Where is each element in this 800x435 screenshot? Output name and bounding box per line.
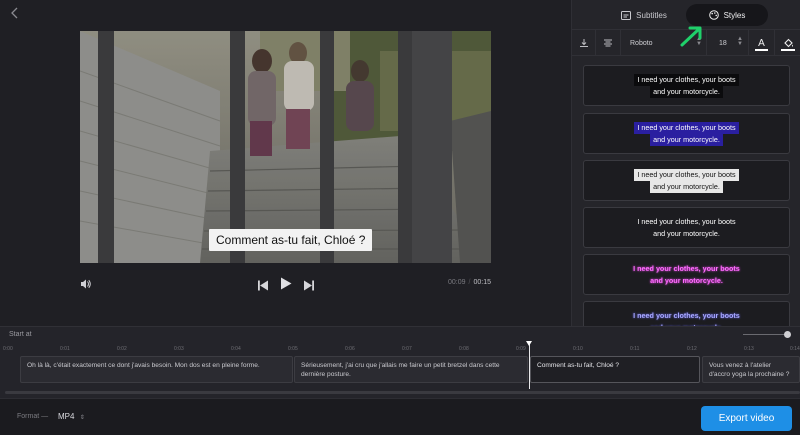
subtitle-clip[interactable]: Oh là là, c'était exactement ce dont j'a… — [20, 356, 293, 383]
time-ruler[interactable]: 0:00 0:01 0:02 0:03 0:04 0:05 0:06 0:07 … — [0, 344, 800, 354]
editor-area: Comment as-tu fait, Chloé ? 00:09/00:15 — [0, 0, 571, 326]
preset-line-1: I need your clothes, your boots — [637, 216, 736, 226]
text-color-icon: A — [758, 37, 765, 49]
style-preset-blue-glow[interactable]: I need your clothes, your boots and your… — [583, 301, 790, 326]
style-presets-list: I need your clothes, your boots and your… — [583, 65, 790, 326]
align-center-button[interactable] — [596, 30, 621, 56]
ruler-tick: 0:03 — [174, 346, 184, 352]
format-value: MP4 — [58, 412, 75, 421]
format-label: Format — — [17, 413, 49, 420]
footer-bar: Format — MP4 ⇕ Export video — [0, 398, 800, 435]
ruler-tick: 0:00 — [3, 346, 13, 352]
font-size-input[interactable]: 18 ▲ ▼ — [707, 30, 749, 56]
timeline-scrollbar[interactable] — [5, 391, 800, 394]
ruler-tick: 0:08 — [459, 346, 469, 352]
preset-line-1: I need your clothes, your boots — [634, 168, 739, 181]
style-preset-plain[interactable]: I need your clothes, your boots and your… — [583, 207, 790, 248]
size-stepper-icon: ▲ ▼ — [737, 36, 743, 47]
time-separator: / — [468, 279, 471, 286]
ruler-tick: 0:10 — [573, 346, 583, 352]
ruler-tick: 0:11 — [630, 346, 640, 352]
subtitle-clip[interactable]: Sérieusement, j'ai cru que j'allais me f… — [294, 356, 528, 383]
preset-line-1: I need your clothes, your boots — [634, 73, 739, 86]
previous-icon[interactable] — [258, 278, 268, 291]
subtitle-clip-selected[interactable]: Comment as-tu fait, Chloé ? — [530, 356, 700, 383]
play-icon[interactable] — [280, 277, 292, 290]
style-preset-white-box[interactable]: I need your clothes, your boots and your… — [583, 160, 790, 201]
background-color-button[interactable] — [775, 30, 800, 56]
preset-line-2: and your motorcycle. — [650, 85, 723, 98]
styles-panel: Subtitles Styles Roboto ▲ ▼ 18 ▲ ▼ A I n… — [571, 0, 800, 326]
format-select[interactable]: MP4 ⇕ — [58, 412, 85, 421]
ruler-tick: 0:09 — [516, 346, 526, 352]
font-value: Roboto — [630, 39, 653, 47]
preset-line-1: I need your clothes, your boots — [633, 310, 740, 320]
time-total: 00:15 — [473, 279, 491, 286]
next-icon[interactable] — [304, 278, 314, 291]
time-current: 00:09 — [447, 279, 466, 286]
format-stepper-icon: ⇕ — [79, 415, 85, 421]
playhead[interactable] — [526, 341, 532, 389]
zoom-slider-handle[interactable] — [784, 331, 791, 338]
preset-line-2: and your motorcycle. — [653, 228, 720, 238]
preset-line-2: and your motorcycle. — [650, 275, 723, 285]
export-video-button[interactable]: Export video — [701, 406, 792, 431]
style-preset-black-box[interactable]: I need your clothes, your boots and your… — [583, 65, 790, 106]
chevron-left-icon — [11, 7, 18, 19]
ruler-tick: 0:04 — [231, 346, 241, 352]
ruler-tick: 0:07 — [402, 346, 412, 352]
pointer-arrow-icon — [680, 26, 702, 47]
ruler-tick: 0:13 — [744, 346, 754, 352]
preset-line-1: I need your clothes, your boots — [634, 121, 739, 134]
preset-line-2: and your motorcycle. — [650, 180, 723, 193]
preset-line-1: I need your clothes, your boots — [633, 263, 740, 273]
subtitle-clip[interactable]: Vous venez à l'atelier d'accro yoga la p… — [702, 356, 800, 383]
tab-subtitles-label: Subtitles — [636, 10, 667, 20]
player-controls: 00:09/00:15 — [80, 274, 491, 294]
align-bottom-button[interactable] — [572, 30, 596, 56]
preset-line-2: and your motorcycle. — [650, 133, 723, 146]
ruler-tick: 0:06 — [345, 346, 355, 352]
style-preset-blue-box[interactable]: I need your clothes, your boots and your… — [583, 113, 790, 154]
subtitles-icon — [621, 10, 632, 20]
start-at-label: Start at — [9, 331, 32, 338]
ruler-tick: 0:14 — [790, 346, 800, 352]
paint-bucket-icon — [783, 38, 793, 47]
ruler-tick: 0:02 — [117, 346, 127, 352]
align-bottom-icon — [579, 39, 588, 47]
tab-styles[interactable]: Styles — [686, 4, 768, 26]
style-preset-pink-glow[interactable]: I need your clothes, your boots and your… — [583, 254, 790, 295]
subtitle-track: Oh là là, c'était exactement ce dont j'a… — [0, 356, 800, 384]
volume-icon[interactable] — [80, 277, 92, 289]
ruler-tick: 0:05 — [288, 346, 298, 352]
ruler-tick: 0:12 — [687, 346, 697, 352]
subtitle-overlay[interactable]: Comment as-tu fait, Chloé ? — [209, 229, 373, 251]
video-preview[interactable]: Comment as-tu fait, Chloé ? — [80, 31, 491, 263]
time-display: 00:09/00:15 — [448, 279, 491, 286]
back-button[interactable] — [8, 6, 22, 20]
tab-subtitles[interactable]: Subtitles — [614, 4, 674, 26]
text-color-button[interactable]: A — [749, 30, 775, 56]
align-center-icon — [604, 39, 612, 47]
ruler-tick: 0:01 — [60, 346, 70, 352]
timeline: Start at 0:00 0:01 0:02 0:03 0:04 0:05 0… — [0, 326, 800, 398]
video-editor-app: Comment as-tu fait, Chloé ? 00:09/00:15 — [0, 0, 800, 435]
zoom-slider-track[interactable] — [743, 334, 789, 335]
palette-icon — [708, 10, 719, 20]
font-size-value: 18 — [719, 39, 727, 47]
tab-styles-label: Styles — [723, 10, 746, 20]
